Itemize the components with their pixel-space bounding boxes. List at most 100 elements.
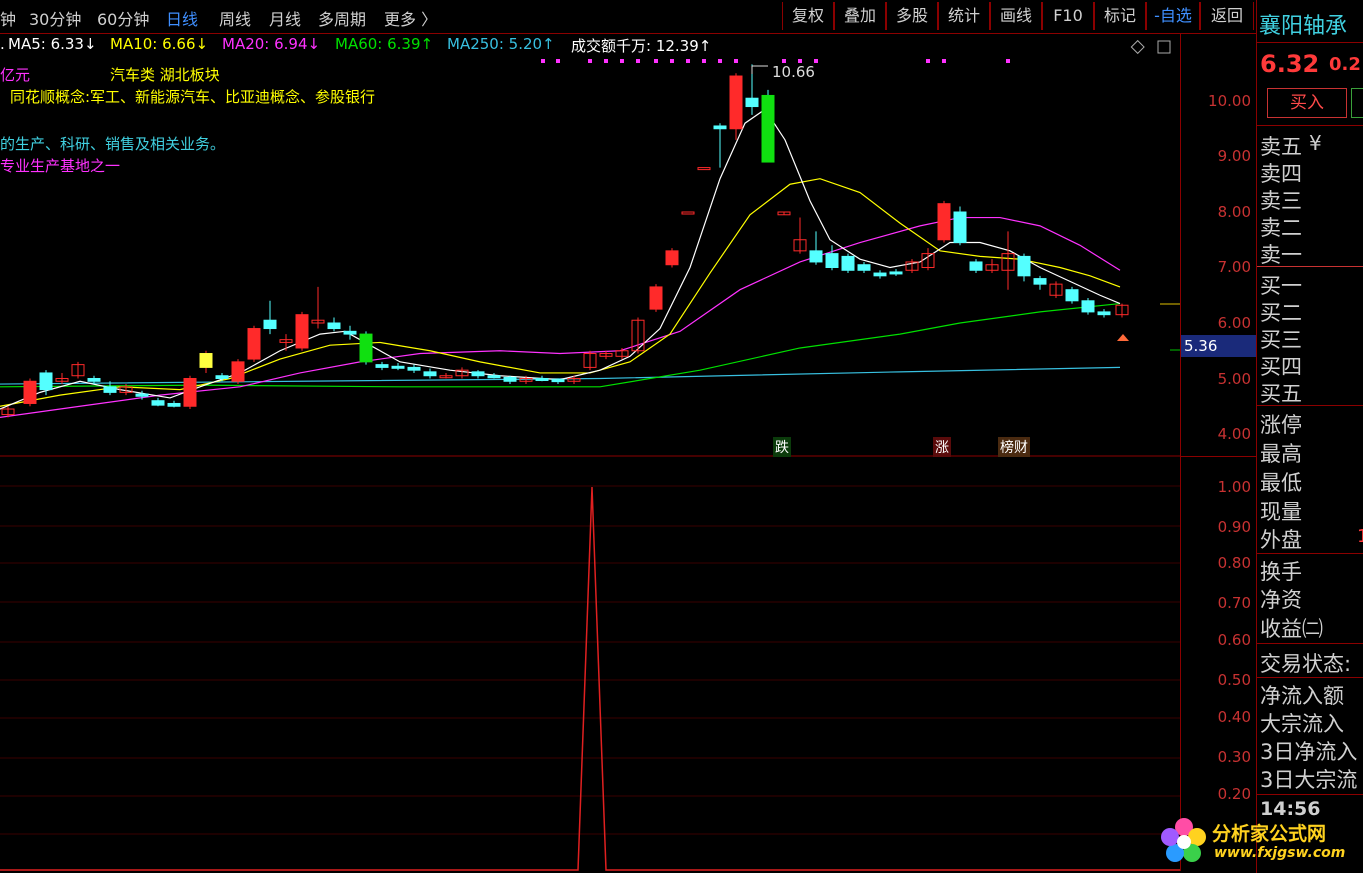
candle-body [857,264,871,271]
signal-dot [942,59,946,63]
tab-minute[interactable]: 钟 [0,6,16,30]
multi-stock-button[interactable]: 多股 [886,2,938,30]
tab-more[interactable]: 更多 〉 [384,6,437,30]
candle-body [359,333,373,363]
signal-dot [670,59,674,63]
stat-limit-up: 涨停 [1260,413,1302,437]
flow-block-inflow: 大宗流入 [1260,712,1344,736]
high-price-label: 10.66 [772,63,815,81]
sell-button-edge[interactable] [1351,88,1363,118]
quote-panel: 襄阳轴承 6.32 0.2 买入 卖五 ¥ 卖四 卖三 卖二 卖一 买一 买二 … [1256,0,1363,873]
statistics-button[interactable]: 统计 [938,2,990,30]
indicator-chart[interactable] [0,457,1180,873]
ma60-line [0,302,1121,388]
price-tick: 6.00 [1217,314,1251,332]
ma60-value: MA60: 6.39↑ [335,35,434,53]
tab-weekly[interactable]: 周线 [219,6,251,30]
tab-60min[interactable]: 60分钟 [97,6,149,30]
tab-monthly[interactable]: 月线 [269,6,301,30]
candle-body [1081,300,1095,313]
stock-name[interactable]: 襄阳轴承 [1259,8,1347,40]
ma5-value: MA5: 6.33↓ [8,35,97,53]
ma250-value: MA250: 5.20↑ [447,35,555,53]
draw-line-button[interactable]: 画线 [990,2,1042,30]
ma20-value: MA20: 6.94↓ [222,35,321,53]
buy-level-1: 买一 [1260,274,1302,298]
stat-outer: 外盘 [1260,528,1302,552]
stat-volume: 现量 [1260,500,1302,524]
flower-logo-icon [1161,818,1206,862]
f10-button[interactable]: F10 [1042,2,1094,30]
candle-body [969,261,983,271]
back-button[interactable]: 返回 [1200,2,1254,30]
price-change: 0.2 [1329,54,1361,75]
stat-low: 最低 [1260,471,1302,495]
candle-body [39,372,53,391]
stat-eps: 收益㈡ [1260,617,1323,641]
watchlist-button[interactable]: -自选 [1146,2,1200,30]
turnover-value: 成交额千万: 12.39↑ [571,37,712,55]
candle-body [1065,289,1079,302]
candle-body [649,286,663,310]
signal-dot [1006,59,1010,63]
candle-body [471,371,485,377]
candle-body [729,75,743,130]
candle-body [937,203,951,241]
flow-3day-block: 3日大宗流 [1260,768,1358,792]
info-sector: 汽车类 湖北板块 [110,66,220,84]
signal-rise: 涨 [933,437,951,457]
signal-dot [926,59,930,63]
candle-body [841,255,855,271]
signal-dot [702,59,706,63]
indicator-tick: 0.60 [1217,631,1251,649]
buy-button[interactable]: 买入 [1267,88,1347,118]
mark-button[interactable]: 标记 [1094,2,1146,30]
last-price: 6.32 [1260,50,1320,78]
restore-rights-button[interactable]: 复权 [782,2,834,30]
candle-body [889,271,903,275]
tab-multi-period[interactable]: 多周期 [318,6,366,30]
candle-body [199,353,213,368]
tab-daily[interactable]: 日线 [166,6,198,30]
candle-body [761,94,775,163]
candle-body [215,375,229,380]
candle-body [135,393,149,397]
candle-body [809,250,823,263]
indicator-tick: 0.80 [1217,554,1251,572]
signal-dot [718,59,722,63]
watermark-url: www.fxjgsw.com [1214,845,1346,861]
overlay-button[interactable]: 叠加 [834,2,886,30]
candle-body [745,97,759,108]
indicator-tick: 0.70 [1217,594,1251,612]
ma5-line [0,108,1121,410]
price-tick: 5.00 [1217,370,1251,388]
ma10-value: MA10: 6.66↓ [110,35,209,53]
stat-turnover: 换手 [1260,560,1302,584]
candle-body [103,386,117,393]
candle-body [391,365,405,369]
window-toggle-icon [1157,40,1171,54]
candle-body [407,366,421,371]
candle-body [183,378,197,407]
indicator-tick: 0.30 [1217,748,1251,766]
candle-body [1017,255,1031,277]
signal-dot [604,59,608,63]
candle-body [23,380,37,404]
candle-body [681,211,695,215]
current-price-tag: 5.36 [1181,335,1256,357]
candle-body [535,378,549,381]
candle-body [247,328,261,360]
info-base: 专业生产基地之一 [0,157,121,175]
tab-30min[interactable]: 30分钟 [29,6,81,30]
candle-body [1033,278,1047,285]
watermark-title: 分析家公式网 [1212,823,1327,845]
candle-body [665,250,679,266]
candle-body [503,376,517,382]
buy-level-5: 买五 [1260,382,1302,406]
sell-level-4: 卖四 [1260,162,1302,186]
price-tick: 10.00 [1208,92,1251,110]
info-amount: 亿元 [0,66,31,84]
signal-dot [620,59,624,63]
candle-body [487,375,501,379]
candle-body [825,253,839,268]
